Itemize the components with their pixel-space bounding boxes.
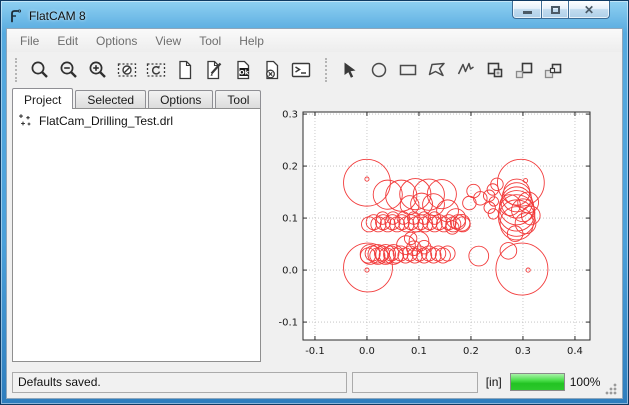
svg-text:Ok: Ok	[239, 68, 250, 76]
menu-options[interactable]: Options	[87, 31, 146, 51]
progress-bar	[510, 373, 565, 391]
plot-canvas[interactable]: -0.1 0.0 0.1 0.2 0.3 0.4 0.3 0.2 0.1 0.0 -0.1	[264, 87, 619, 367]
tree-item-label: FlatCam_Drilling_Test.drl	[39, 114, 173, 128]
close-button[interactable]: ✕	[569, 1, 610, 19]
maximize-icon	[551, 6, 560, 14]
polygon-tool-icon	[426, 59, 448, 81]
cancel-button[interactable]	[257, 55, 286, 84]
zoom-out-button[interactable]	[54, 55, 83, 84]
terminal-icon	[290, 59, 312, 81]
svg-text:0.4: 0.4	[567, 346, 583, 357]
plot-area: -0.1 0.0 0.1 0.2 0.3 0.4 0.3 0.2 0.1 0.0 -0.1	[264, 87, 622, 366]
file-ok-icon: Ok	[232, 59, 254, 81]
zoom-fit-icon	[29, 59, 51, 81]
svg-text:0.1: 0.1	[282, 214, 298, 225]
new-file-icon	[174, 59, 196, 81]
tab-options[interactable]: Options	[148, 90, 213, 108]
client-area: FileEditOptionsViewToolHelp	[6, 28, 623, 399]
menu-file[interactable]: File	[11, 31, 48, 51]
replot-icon	[145, 59, 167, 81]
svg-text:0.2: 0.2	[282, 162, 298, 173]
tab-project[interactable]: Project	[12, 88, 73, 109]
zoom-in-icon	[87, 59, 109, 81]
close-icon: ✕	[584, 4, 594, 16]
svg-text:-0.1: -0.1	[305, 346, 325, 357]
zoom-in-button[interactable]	[83, 55, 112, 84]
minimize-icon	[523, 11, 532, 14]
rectangle-tool-icon	[397, 59, 419, 81]
open-project-button[interactable]	[199, 55, 228, 84]
status-message: Defaults saved.	[12, 372, 347, 393]
new-project-button[interactable]	[170, 55, 199, 84]
file-edit-icon	[203, 59, 225, 81]
tab-tool[interactable]: Tool	[215, 90, 261, 108]
circle-tool-button[interactable]	[364, 55, 393, 84]
flatcam-logo-icon	[7, 8, 23, 24]
svg-text:0.0: 0.0	[359, 346, 375, 357]
window-title: FlatCAM 8	[29, 9, 86, 23]
file-cancel-icon	[261, 59, 283, 81]
select-cursor-icon	[339, 59, 361, 81]
menu-bar: FileEditOptionsViewToolHelp	[7, 29, 622, 52]
menu-tool[interactable]: Tool	[190, 31, 230, 51]
select-tool-button[interactable]	[335, 55, 364, 84]
progress-percent: 100%	[570, 375, 601, 389]
replot-button[interactable]	[141, 55, 170, 84]
status-secondary-panel	[352, 372, 478, 393]
toolbar-drag-handle[interactable]	[15, 58, 19, 82]
svg-text:0.3: 0.3	[515, 346, 531, 357]
svg-text:0.2: 0.2	[463, 346, 479, 357]
title-bar: FlatCAM 8	[7, 5, 86, 27]
zoom-out-icon	[58, 59, 80, 81]
window-controls: ✕	[512, 1, 610, 19]
minimize-button[interactable]	[512, 1, 541, 19]
svg-text:-0.1: -0.1	[278, 318, 298, 329]
tree-item-drill-file[interactable]: FlatCam_Drilling_Test.drl	[18, 113, 255, 128]
status-bar: Defaults saved. [in] 100%	[7, 366, 622, 398]
clear-plot-icon	[116, 59, 138, 81]
zoom-fit-button[interactable]	[25, 55, 54, 84]
svg-text:0.3: 0.3	[282, 110, 298, 121]
circle-tool-icon	[368, 59, 390, 81]
menu-help[interactable]: Help	[230, 31, 273, 51]
toolbar-drag-handle-2[interactable]	[325, 58, 329, 82]
units-indicator: [in]	[483, 375, 505, 389]
shape-move-button[interactable]	[509, 55, 538, 84]
polyline-tool-icon	[455, 59, 477, 81]
tab-bar: ProjectSelectedOptionsTool	[10, 87, 264, 108]
clear-plot-button[interactable]	[112, 55, 141, 84]
shell-button[interactable]	[286, 55, 315, 84]
shape-copy-button[interactable]	[538, 55, 567, 84]
shape-union-icon	[484, 59, 506, 81]
rectangle-tool-button[interactable]	[393, 55, 422, 84]
menu-view[interactable]: View	[146, 31, 190, 51]
left-panel: ProjectSelectedOptionsTool FlatCam_Drill…	[7, 87, 264, 366]
svg-text:0.0: 0.0	[282, 266, 298, 277]
app-window: FlatCAM 8 ✕ FileEditOptionsViewToolHelp	[0, 0, 629, 405]
progress-bar-fill	[511, 374, 564, 390]
polygon-tool-button[interactable]	[422, 55, 451, 84]
tab-selected[interactable]: Selected	[75, 90, 146, 108]
resize-grip-icon[interactable]	[605, 383, 617, 395]
main-area: ProjectSelectedOptionsTool FlatCam_Drill…	[7, 87, 622, 366]
drill-marks-icon	[18, 113, 33, 128]
shape-copy-icon	[542, 59, 564, 81]
toolbar: Ok	[7, 52, 622, 87]
polyline-tool-button[interactable]	[451, 55, 480, 84]
menu-edit[interactable]: Edit	[48, 31, 87, 51]
project-tree[interactable]: FlatCam_Drilling_Test.drl	[12, 108, 261, 362]
shape-union-button[interactable]	[480, 55, 509, 84]
save-ok-button[interactable]: Ok	[228, 55, 257, 84]
svg-text:0.1: 0.1	[411, 346, 427, 357]
shape-move-icon	[513, 59, 535, 81]
maximize-button[interactable]	[541, 1, 569, 19]
